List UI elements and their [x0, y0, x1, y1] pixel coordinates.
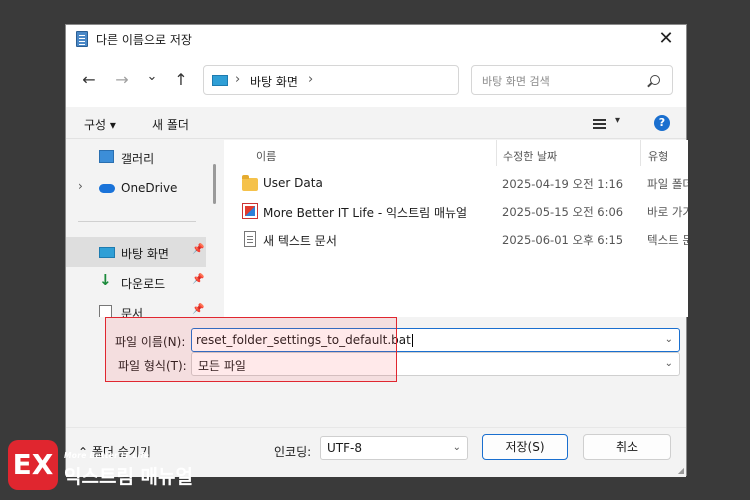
encoding-dropdown-icon[interactable]: ⌄ [453, 442, 461, 453]
onedrive-icon [99, 184, 115, 193]
sidebar-scrollbar[interactable] [213, 164, 216, 204]
new-folder-button[interactable]: 새 폴더 [152, 116, 189, 133]
back-button[interactable]: ← [78, 69, 100, 91]
logo-mark: EX [8, 440, 58, 490]
file-date: 2025-06-01 오후 6:15 [502, 233, 624, 247]
file-list: ⌃ 이름 수정한 날짜 유형 User Data 2025-04-19 오전 1… [224, 140, 688, 317]
desktop-icon [99, 247, 115, 258]
sort-ascending-icon: ⌃ [369, 140, 378, 147]
desktop-folder-icon [212, 75, 228, 86]
breadcrumb-desktop[interactable]: 바탕 화면 [250, 73, 298, 90]
navigation-pane: 갤러리 › OneDrive 바탕 화면 📌 ↓ 다운로드 📌 문서 📌 [66, 140, 224, 317]
navigation-bar: ← → ⌄ ↑ › 바탕 화면 › ⌄ ↻ 바탕 화면 검색 [66, 53, 686, 107]
breadcrumb-separator-trailing[interactable]: › [308, 72, 313, 87]
address-bar[interactable]: › 바탕 화면 › ⌄ ↻ [203, 65, 584, 95]
column-divider[interactable] [496, 140, 497, 166]
sidebar-item-gallery[interactable]: 갤러리 [66, 142, 206, 172]
close-button[interactable]: ✕ [654, 27, 678, 51]
pin-icon: 📌 [192, 304, 205, 315]
sidebar-item-label: 갤러리 [121, 152, 155, 166]
command-toolbar: 구성 ▾ 새 폴더 ▾ ? [66, 107, 686, 139]
up-button[interactable]: ↑ [170, 69, 192, 91]
sidebar-item-label: 문서 [121, 307, 144, 317]
search-icon[interactable] [650, 75, 660, 85]
encoding-value[interactable]: UTF-8 [327, 441, 362, 455]
file-row[interactable]: 새 텍스트 문서 2025-06-01 오후 6:15 텍스트 문서 [224, 226, 688, 254]
encoding-select[interactable]: UTF-8 ⌄ [320, 436, 468, 460]
logo-tagline: More Better IT Life [64, 451, 150, 460]
column-divider[interactable] [640, 140, 641, 166]
resize-grip-icon[interactable]: ◢ [678, 466, 684, 475]
watermark-logo: EX More Better IT Life 익스트림 매뉴얼 [8, 440, 208, 490]
file-name: User Data [263, 176, 323, 190]
breadcrumb-separator[interactable]: › [235, 72, 240, 87]
view-dropdown-icon[interactable]: ▾ [615, 115, 620, 126]
recent-locations-button[interactable]: ⌄ [141, 66, 163, 88]
filename-dropdown-icon[interactable]: ⌄ [665, 334, 673, 345]
file-type: 바로 가기 [647, 205, 688, 219]
sidebar-divider [78, 221, 196, 222]
window-title: 다른 이름으로 저장 [96, 33, 192, 47]
file-name: More Better IT Life - 익스트림 매뉴얼 [263, 206, 468, 220]
file-date: 2025-05-15 오전 6:06 [502, 205, 624, 219]
text-document-icon [244, 231, 256, 247]
expand-chevron-icon[interactable]: › [78, 179, 83, 193]
shortcut-icon [242, 203, 258, 219]
filetype-dropdown-icon[interactable]: ⌄ [665, 358, 673, 369]
view-options-icon[interactable] [593, 119, 606, 129]
sidebar-item-downloads[interactable]: ↓ 다운로드 📌 [66, 267, 206, 297]
search-placeholder[interactable]: 바탕 화면 검색 [482, 73, 550, 89]
file-type: 파일 폴더 [647, 177, 688, 191]
pin-icon: 📌 [192, 274, 205, 285]
search-box[interactable]: 바탕 화면 검색 [471, 65, 673, 95]
encoding-label: 인코딩: [274, 445, 312, 459]
file-type: 텍스트 문서 [647, 233, 688, 247]
documents-icon [99, 305, 112, 317]
cancel-button[interactable]: 취소 [583, 434, 671, 460]
forward-button[interactable]: → [111, 69, 133, 91]
sidebar-item-desktop[interactable]: 바탕 화면 📌 [66, 237, 206, 267]
annotation-highlight [105, 317, 397, 382]
text-caret [411, 334, 413, 347]
gallery-icon [99, 150, 114, 163]
sidebar-item-label: 바탕 화면 [121, 247, 169, 261]
save-as-dialog: 다른 이름으로 저장 ✕ ← → ⌄ ↑ › 바탕 화면 › ⌄ ↻ 바탕 화면… [65, 24, 688, 477]
save-button[interactable]: 저장(S) [482, 434, 568, 460]
sidebar-item-label: 다운로드 [121, 277, 166, 291]
sidebar-item-documents[interactable]: 문서 📌 [66, 297, 206, 317]
file-name: 새 텍스트 문서 [263, 234, 337, 248]
help-icon[interactable]: ? [654, 115, 670, 131]
logo-name: 익스트림 매뉴얼 [64, 466, 193, 488]
download-icon: ↓ [99, 271, 112, 289]
pin-icon: 📌 [192, 244, 205, 255]
folder-icon [242, 175, 258, 191]
notepad-icon [76, 31, 88, 47]
title-bar: 다른 이름으로 저장 ✕ [66, 25, 686, 53]
file-row[interactable]: More Better IT Life - 익스트림 매뉴얼 2025-05-1… [224, 198, 688, 226]
sidebar-item-onedrive[interactable]: › OneDrive [66, 173, 206, 203]
file-date: 2025-04-19 오전 1:16 [502, 177, 624, 191]
sidebar-item-label: OneDrive [121, 181, 178, 195]
file-row[interactable]: User Data 2025-04-19 오전 1:16 파일 폴더 [224, 170, 688, 198]
organize-button[interactable]: 구성 ▾ [84, 116, 116, 133]
